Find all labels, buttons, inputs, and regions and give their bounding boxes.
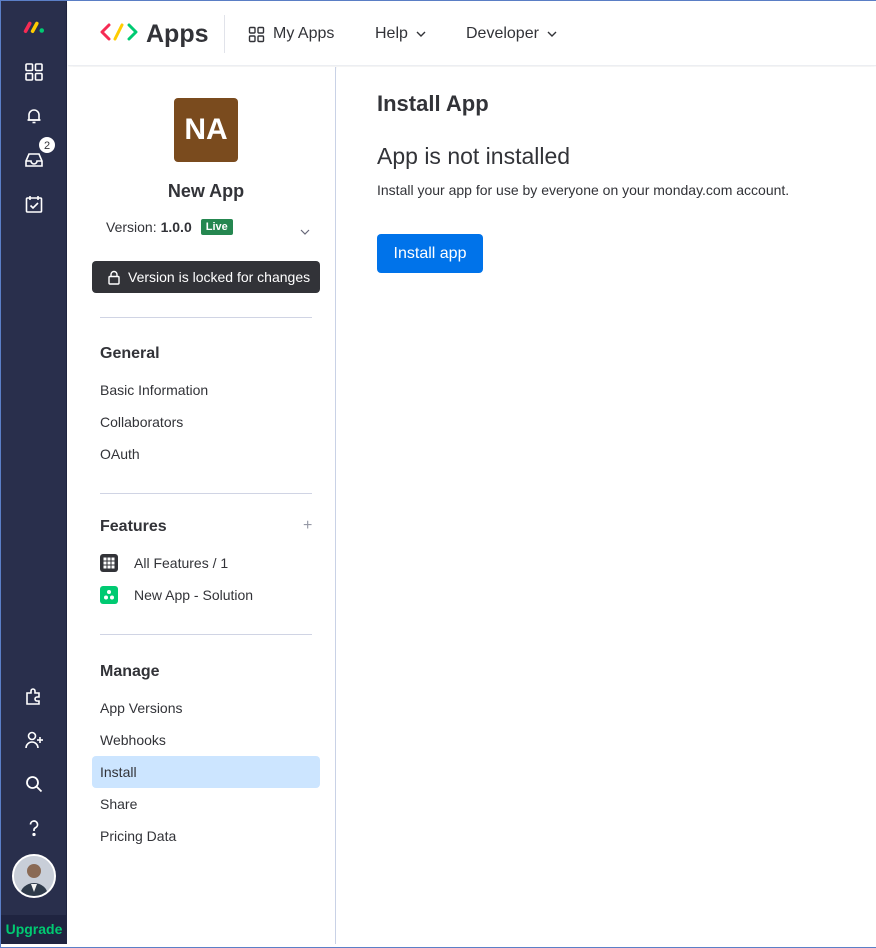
install-description: Install your app for use by everyone on … (377, 182, 790, 198)
version-label: Version: (106, 219, 157, 235)
section-title-features: Features (100, 518, 167, 535)
sidebar-item-webhooks[interactable]: Webhooks (92, 724, 320, 756)
sidebar-item-all-features[interactable]: All Features / 1 (92, 547, 320, 579)
version-selector[interactable]: Version: 1.0.0 Live (106, 219, 233, 235)
install-app-button[interactable]: Install app (377, 234, 483, 273)
sidebar-item-app-versions[interactable]: App Versions (92, 692, 320, 724)
app-side-panel: NA New App Version: 1.0.0 Live Version i… (68, 67, 336, 944)
grid-icon[interactable] (22, 60, 46, 84)
sidebar-item-collaborators[interactable]: Collaborators (92, 406, 320, 438)
divider (100, 634, 312, 635)
left-rail: 2 Upgrade (1, 1, 67, 944)
nav-help[interactable]: Help (375, 23, 426, 45)
nav-label: My Apps (273, 25, 335, 42)
sidebar-item-label: All Features / 1 (134, 555, 229, 571)
solution-icon (100, 586, 118, 604)
section-title-general: General (100, 345, 160, 362)
main-content: Install App App is not installed Install… (337, 67, 876, 944)
divider (100, 317, 312, 318)
puzzle-icon[interactable] (22, 684, 46, 708)
divider (100, 493, 312, 494)
apps-grid-icon (100, 554, 118, 572)
chevron-down-icon (416, 31, 426, 37)
monday-logo-icon[interactable] (22, 15, 46, 39)
bell-icon[interactable] (22, 104, 46, 128)
add-user-icon[interactable] (22, 728, 46, 752)
app-logo: NA (174, 98, 238, 162)
status-badge: Live (200, 219, 233, 235)
code-brackets-icon (100, 22, 138, 47)
sidebar-item-pricing-data[interactable]: Pricing Data (92, 820, 320, 852)
locked-message: Version is locked for changes (128, 269, 311, 285)
section-title-manage: Manage (100, 663, 160, 680)
top-header: Apps My Apps Help Developer (68, 1, 876, 66)
install-status-heading: App is not installed (377, 143, 571, 169)
user-avatar[interactable] (12, 854, 56, 898)
brand-title: Apps (146, 19, 209, 48)
lock-icon (108, 270, 120, 285)
sidebar-item-basic-information[interactable]: Basic Information (92, 374, 320, 406)
app-name: New App (167, 181, 245, 201)
nav-developer[interactable]: Developer (466, 23, 557, 45)
sidebar-item-install[interactable]: Install (92, 756, 320, 788)
grid-icon (248, 26, 265, 43)
chevron-down-icon (547, 31, 557, 37)
nav-label: Developer (466, 25, 539, 42)
sidebar-item-oauth[interactable]: OAuth (92, 438, 320, 470)
notification-badge: 2 (38, 136, 56, 154)
add-feature-button[interactable]: + (303, 517, 312, 535)
chevron-down-icon[interactable] (300, 222, 310, 240)
page-title: Install App (377, 91, 489, 116)
search-icon[interactable] (22, 772, 46, 796)
nav-my-apps[interactable]: My Apps (248, 23, 334, 45)
sidebar-item-label: New App - Solution (134, 587, 254, 603)
version-locked-banner: Version is locked for changes (92, 261, 320, 293)
version-number: 1.0.0 (160, 219, 192, 235)
calendar-check-icon[interactable] (22, 192, 46, 216)
header-separator (224, 15, 225, 53)
apps-brand[interactable]: Apps (100, 18, 209, 50)
sidebar-item-share[interactable]: Share (92, 788, 320, 820)
help-icon[interactable] (22, 816, 46, 840)
sidebar-item-solution[interactable]: New App - Solution (92, 579, 320, 611)
nav-label: Help (375, 25, 408, 42)
upgrade-button[interactable]: Upgrade (1, 915, 67, 944)
